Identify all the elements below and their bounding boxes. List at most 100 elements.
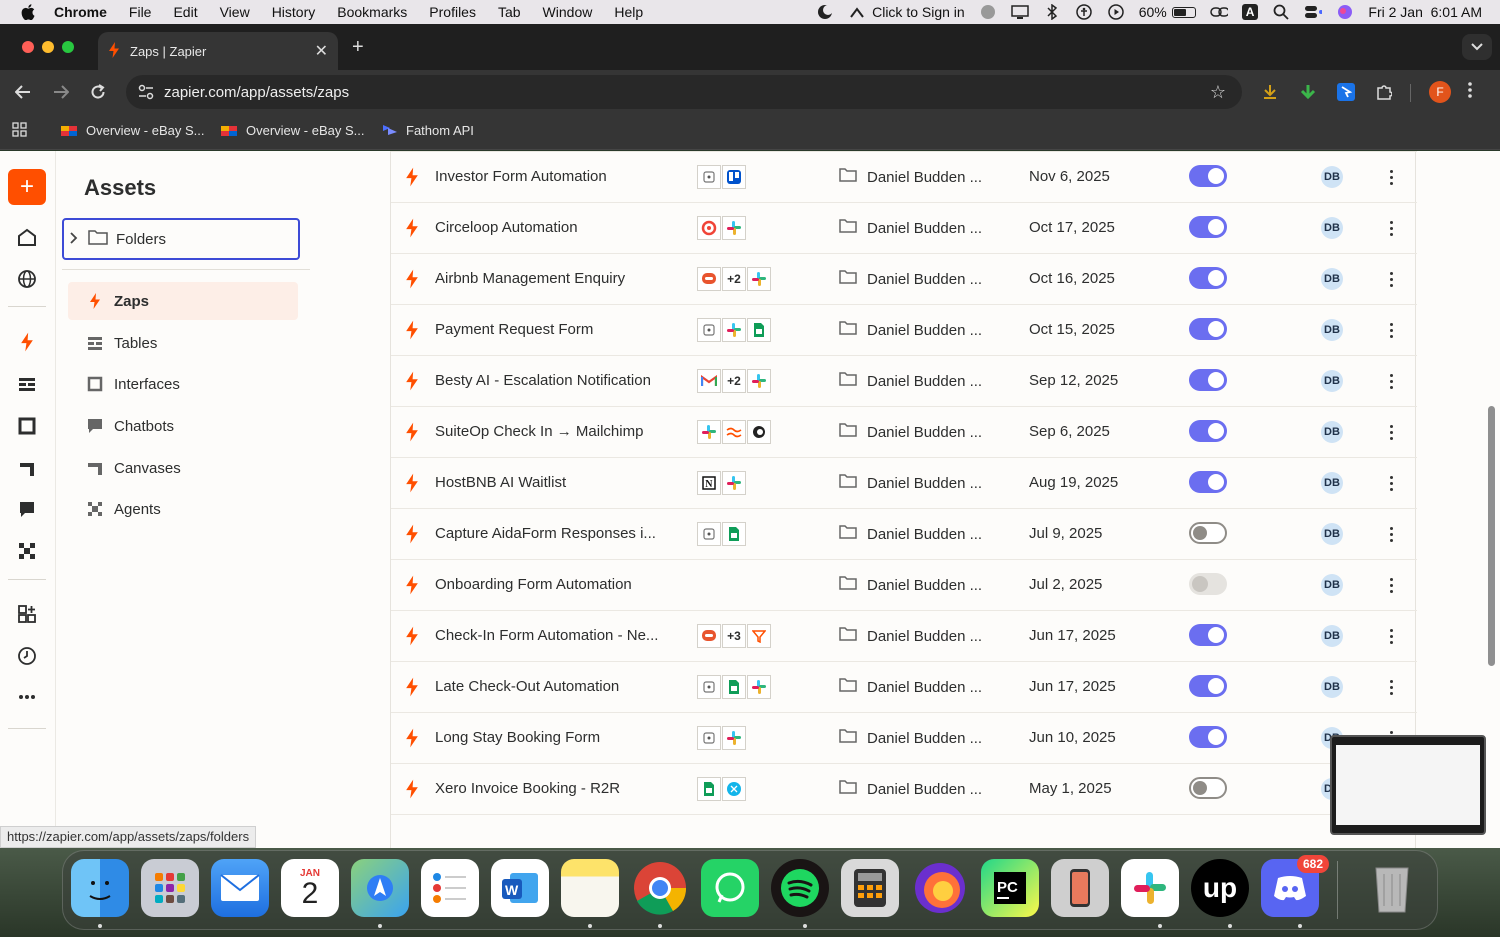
zap-name-link[interactable]: Payment Request Form: [435, 321, 593, 338]
zap-location[interactable]: Daniel Budden ...: [839, 780, 982, 798]
table-row[interactable]: Besty AI - Escalation Notification +2 Da…: [391, 356, 1417, 407]
owner-avatar[interactable]: DB: [1321, 319, 1343, 341]
minimize-window-button[interactable]: [42, 41, 54, 53]
menu-edit[interactable]: Edit: [173, 4, 197, 20]
zap-status-toggle[interactable]: [1189, 165, 1227, 187]
vpn-icon[interactable]: [979, 4, 997, 20]
menu-bookmarks[interactable]: Bookmarks: [337, 4, 407, 20]
pycharm-icon[interactable]: PC: [981, 859, 1039, 917]
table-row[interactable]: Capture AidaForm Responses i... Daniel B…: [391, 509, 1417, 560]
bookmark-fathom[interactable]: Fathom API: [382, 122, 474, 139]
table-row[interactable]: Long Stay Booking Form Daniel Budden ...…: [391, 713, 1417, 764]
canvas-icon[interactable]: [16, 457, 38, 479]
zap-status-toggle[interactable]: [1189, 369, 1227, 391]
menu-help[interactable]: Help: [614, 4, 643, 20]
profile-avatar[interactable]: F: [1429, 81, 1451, 103]
owner-avatar[interactable]: DB: [1321, 574, 1343, 596]
trash-icon[interactable]: [1363, 859, 1421, 917]
zaps-bolt-icon[interactable]: [16, 331, 38, 353]
reminders-icon[interactable]: [421, 859, 479, 917]
calculator-icon[interactable]: [841, 859, 899, 917]
menu-profiles[interactable]: Profiles: [429, 4, 476, 20]
accessibility-icon[interactable]: [1075, 4, 1093, 20]
tab-close-icon[interactable]: ✕: [315, 41, 328, 61]
owner-avatar[interactable]: DB: [1321, 523, 1343, 545]
mail-icon[interactable]: [211, 859, 269, 917]
zap-status-toggle[interactable]: [1189, 471, 1227, 493]
menu-history[interactable]: History: [272, 4, 316, 20]
row-more-kebab-icon[interactable]: [1387, 574, 1395, 596]
zap-status-toggle[interactable]: [1189, 216, 1227, 238]
chrome-icon[interactable]: [631, 859, 689, 917]
spotlight-search-icon[interactable]: [1272, 4, 1290, 20]
link-icon[interactable]: [1209, 4, 1228, 20]
zap-status-toggle[interactable]: [1189, 318, 1227, 340]
owner-avatar[interactable]: DB: [1321, 370, 1343, 392]
menu-app-name[interactable]: Chrome: [54, 4, 107, 20]
bookmark-ebay-2[interactable]: Overview - eBay S...: [220, 122, 364, 139]
zap-name-link[interactable]: SuiteOp Check In → Mailchimp: [435, 423, 643, 440]
menu-tab[interactable]: Tab: [498, 4, 521, 20]
row-more-kebab-icon[interactable]: [1387, 625, 1395, 647]
zap-name-link[interactable]: Xero Invoice Booking - R2R: [435, 780, 620, 797]
owner-avatar[interactable]: DB: [1321, 166, 1343, 188]
spotify-icon[interactable]: [771, 859, 829, 917]
history-clock-icon[interactable]: [16, 645, 38, 667]
zap-location[interactable]: Daniel Budden ...: [839, 219, 982, 237]
iphone-mirroring-icon[interactable]: [1051, 859, 1109, 917]
media-play-icon[interactable]: [1107, 4, 1125, 20]
zap-status-toggle[interactable]: [1189, 726, 1227, 748]
zap-location[interactable]: Daniel Budden ...: [839, 270, 982, 288]
zap-name-link[interactable]: HostBNB AI Waitlist: [435, 474, 566, 491]
extensions-puzzle-icon[interactable]: [1374, 82, 1394, 102]
owner-avatar[interactable]: DB: [1321, 421, 1343, 443]
row-more-kebab-icon[interactable]: [1387, 370, 1395, 392]
firefox-icon[interactable]: [911, 859, 969, 917]
zap-status-toggle[interactable]: [1189, 573, 1227, 595]
zap-location[interactable]: Daniel Budden ...: [839, 627, 982, 645]
finder-icon[interactable]: [71, 859, 129, 917]
maps-icon[interactable]: [351, 859, 409, 917]
owner-avatar[interactable]: DB: [1321, 268, 1343, 290]
sidebar-item-zaps[interactable]: Zaps: [68, 282, 298, 320]
forward-arrow-icon[interactable]: [50, 81, 72, 103]
tables-icon[interactable]: [16, 373, 38, 395]
more-dots-icon[interactable]: [16, 686, 38, 708]
table-row[interactable]: HostBNB AI Waitlist N Daniel Budden ... …: [391, 458, 1417, 509]
tab-search-chevron-icon[interactable]: [1462, 34, 1492, 60]
zap-status-toggle[interactable]: [1189, 267, 1227, 289]
notes-icon[interactable]: [561, 859, 619, 917]
bookmark-ebay-1[interactable]: Overview - eBay S...: [60, 122, 204, 139]
apps-grid-icon[interactable]: [12, 122, 28, 138]
row-more-kebab-icon[interactable]: [1387, 217, 1395, 239]
table-row[interactable]: SuiteOp Check In → Mailchimp Daniel Budd…: [391, 407, 1417, 458]
page-scrollbar[interactable]: [1488, 406, 1495, 666]
zap-name-link[interactable]: Check-In Form Automation - Ne...: [435, 627, 658, 644]
row-more-kebab-icon[interactable]: [1387, 268, 1395, 290]
zap-status-toggle[interactable]: [1189, 624, 1227, 646]
display-icon[interactable]: [1010, 4, 1029, 20]
row-more-kebab-icon[interactable]: [1387, 421, 1395, 443]
table-row[interactable]: Payment Request Form Daniel Budden ... O…: [391, 305, 1417, 356]
app-directory-icon[interactable]: [16, 603, 38, 625]
owner-avatar[interactable]: DB: [1321, 217, 1343, 239]
zap-location[interactable]: Daniel Budden ...: [839, 576, 982, 594]
zap-name-link[interactable]: Capture AidaForm Responses i...: [435, 525, 656, 542]
bluetooth-icon[interactable]: [1043, 4, 1061, 20]
zap-status-toggle[interactable]: [1189, 777, 1227, 799]
menu-file[interactable]: File: [129, 4, 152, 20]
address-bar[interactable]: zapier.com/app/assets/zaps ☆: [126, 75, 1242, 109]
home-icon[interactable]: [16, 226, 38, 248]
green-download-extension-icon[interactable]: [1298, 82, 1318, 102]
upwork-icon[interactable]: up: [1191, 859, 1249, 917]
chrome-menu-kebab-icon[interactable]: [1468, 82, 1472, 103]
zap-status-toggle[interactable]: [1189, 420, 1227, 442]
sidebar-item-canvases[interactable]: Canvases: [68, 449, 298, 487]
zoom-window-button[interactable]: [62, 41, 74, 53]
row-more-kebab-icon[interactable]: [1387, 523, 1395, 545]
zap-name-link[interactable]: Circeloop Automation: [435, 219, 578, 236]
apple-icon[interactable]: [20, 4, 36, 20]
zap-location[interactable]: Daniel Budden ...: [839, 321, 982, 339]
word-icon[interactable]: W: [491, 859, 549, 917]
row-more-kebab-icon[interactable]: [1387, 319, 1395, 341]
